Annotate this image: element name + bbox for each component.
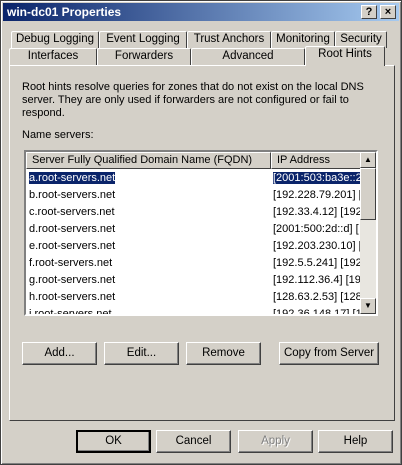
column-fqdn[interactable]: Server Fully Qualified Domain Name (FQDN… (26, 152, 271, 169)
description-text: Root hints resolve queries for zones tha… (22, 81, 364, 119)
fqdn-cell: e.root-servers.net (29, 240, 116, 252)
tab-trust-anchors[interactable]: Trust Anchors (187, 31, 271, 48)
ip-cell: [192.36.148.17] [1 (273, 308, 362, 316)
tab-interfaces[interactable]: Interfaces (9, 48, 97, 65)
fqdn-cell: d.root-servers.net (29, 223, 116, 235)
ip-cell: [2001:500:2d::d] [ (273, 223, 359, 235)
vertical-scrollbar[interactable]: ▲ ▼ (360, 152, 376, 314)
ok-button[interactable]: OK (76, 430, 151, 453)
apply-button[interactable]: Apply (238, 430, 313, 453)
help-button[interactable]: Help (318, 430, 393, 453)
table-row[interactable]: d.root-servers.net [2001:500:2d::d] [ (26, 221, 364, 238)
properties-window: win-dc01 Properties ? × Debug Logging Ev… (0, 0, 402, 465)
ip-cell: [192.228.79.201] [ (273, 189, 362, 201)
tab-root-hints[interactable]: Root Hints (305, 46, 385, 66)
title-bar[interactable]: win-dc01 Properties ? × (3, 3, 399, 21)
name-servers-label: Name servers: (22, 129, 94, 141)
table-row[interactable]: g.root-servers.net [192.112.36.4] [19 (26, 272, 364, 289)
table-row[interactable]: e.root-servers.net [192.203.230.10] [ (26, 238, 364, 255)
ip-cell: [2001:503:ba3e::2 (273, 172, 363, 184)
cancel-button[interactable]: Cancel (156, 430, 231, 453)
fqdn-cell: g.root-servers.net (29, 274, 116, 286)
fqdn-cell: i.root-servers.net (29, 308, 112, 316)
window-title: win-dc01 Properties (7, 5, 122, 19)
table-row[interactable]: c.root-servers.net [192.33.4.12] [192 (26, 204, 364, 221)
list-header: Server Fully Qualified Domain Name (FQDN… (26, 152, 362, 169)
scroll-up-icon[interactable]: ▲ (360, 152, 376, 168)
fqdn-cell: h.root-servers.net (29, 291, 116, 303)
edit-button[interactable]: Edit... (104, 342, 179, 365)
remove-button[interactable]: Remove (186, 342, 261, 365)
name-servers-list[interactable]: Server Fully Qualified Domain Name (FQDN… (24, 150, 378, 316)
scroll-thumb[interactable] (360, 168, 376, 220)
copy-from-server-button[interactable]: Copy from Server (279, 342, 379, 365)
scroll-down-icon[interactable]: ▼ (360, 298, 376, 314)
table-row[interactable]: i.root-servers.net [192.36.148.17] [1 (26, 306, 364, 316)
tab-debug-logging[interactable]: Debug Logging (11, 31, 99, 48)
fqdn-cell: a.root-servers.net (27, 171, 117, 185)
fqdn-cell: c.root-servers.net (29, 206, 115, 218)
ip-cell: [192.203.230.10] [ (273, 240, 362, 252)
fqdn-cell: f.root-servers.net (29, 257, 113, 269)
table-row[interactable]: b.root-servers.net [192.228.79.201] [ (26, 187, 364, 204)
ip-cell: [192.112.36.4] [19 (273, 274, 361, 286)
ip-cell: [128.63.2.53] [128 (273, 291, 362, 303)
close-button[interactable]: × (380, 5, 396, 19)
tab-forwarders[interactable]: Forwarders (97, 48, 191, 65)
add-button[interactable]: Add... (22, 342, 97, 365)
table-row[interactable]: f.root-servers.net [192.5.5.241] [192 (26, 255, 364, 272)
tab-event-logging[interactable]: Event Logging (99, 31, 187, 48)
table-row[interactable]: h.root-servers.net [128.63.2.53] [128 (26, 289, 364, 306)
ip-cell: [192.5.5.241] [192 (273, 257, 362, 269)
column-ip-address[interactable]: IP Address (271, 152, 362, 169)
help-title-button[interactable]: ? (361, 5, 377, 19)
fqdn-cell: b.root-servers.net (29, 189, 116, 201)
tab-advanced[interactable]: Advanced (191, 48, 305, 65)
ip-cell: [192.33.4.12] [192 (273, 206, 362, 218)
table-row[interactable]: a.root-servers.net [2001:503:ba3e::2 (26, 170, 364, 187)
